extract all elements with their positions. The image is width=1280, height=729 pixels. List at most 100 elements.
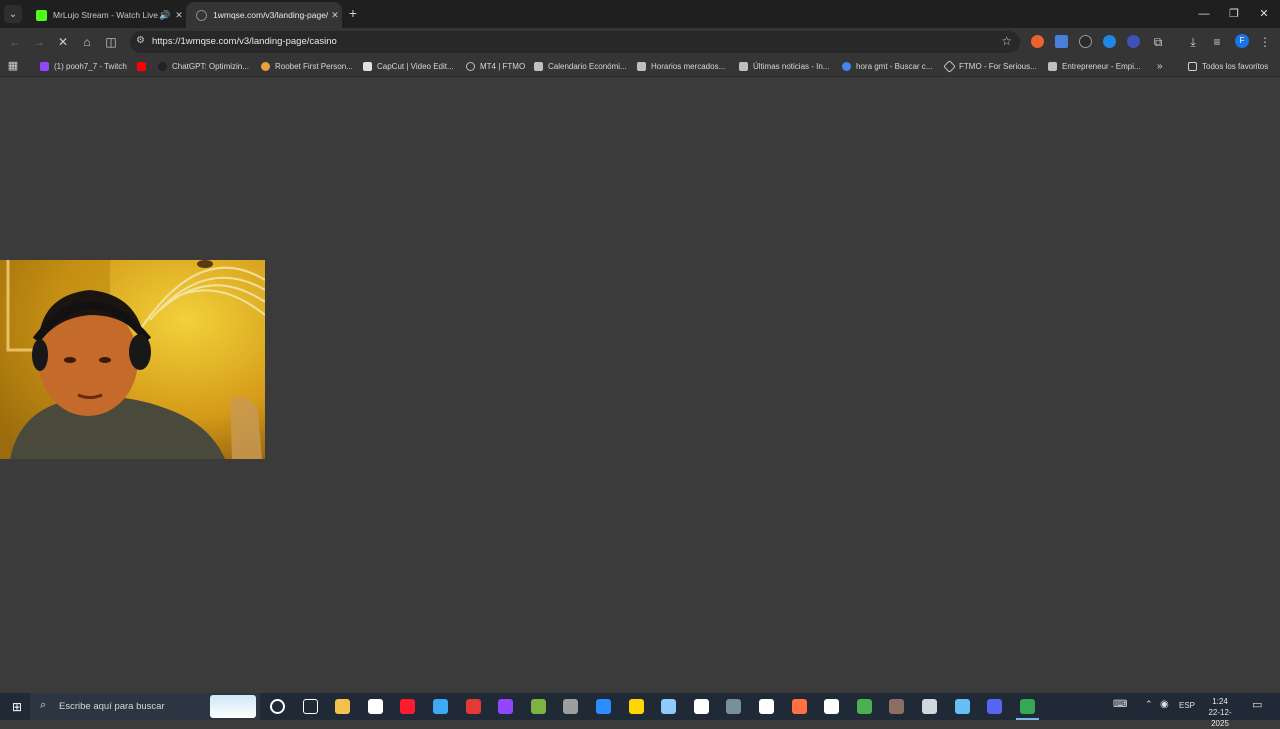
- bookmark-ftmo[interactable]: FTMO - For Serious...: [943, 60, 1037, 73]
- bookmark-noticias[interactable]: Últimas noticias - In...: [739, 60, 829, 73]
- investing-icon: [534, 62, 543, 71]
- bookmark-label: Entrepreneur - Empi...: [1062, 62, 1141, 71]
- extension-translate-icon[interactable]: [1055, 35, 1068, 48]
- bookmark-label: MT4 | FTMO: [480, 62, 526, 71]
- bookmark-label: Horarios mercados...: [651, 62, 726, 71]
- more-bookmarks-chevron-icon[interactable]: »: [1157, 60, 1163, 73]
- bookmarks-bar: ▦ (1) pooh7_7 - Twitch ChatGPT: Optimizi…: [0, 56, 1280, 77]
- zoom-icon[interactable]: [596, 699, 611, 714]
- home-button[interactable]: ⌂: [78, 33, 96, 51]
- tab-close-icon[interactable]: ✕: [328, 10, 342, 21]
- downloads-icon[interactable]: ⤓: [1184, 33, 1202, 51]
- address-bar[interactable]: ⚙ https://1wmqse.com/v3/landing-page/cas…: [130, 31, 1020, 53]
- app-brown-icon[interactable]: [889, 699, 904, 714]
- notifications-icon[interactable]: ▭: [1252, 698, 1262, 711]
- bookmark-capcut[interactable]: CapCut | Video Edit...: [363, 60, 454, 73]
- minecraft-icon[interactable]: [857, 699, 872, 714]
- bookmark-label: (1) pooh7_7 - Twitch: [54, 62, 127, 71]
- file-explorer-icon[interactable]: [335, 699, 350, 714]
- capcut-icon[interactable]: [694, 699, 709, 714]
- minimize-button[interactable]: —: [1189, 4, 1219, 24]
- app-dark-icon[interactable]: [726, 699, 741, 714]
- forward-button[interactable]: →: [30, 33, 48, 51]
- network-icon[interactable]: ◉: [1160, 699, 1169, 710]
- page-viewport: [0, 77, 1280, 693]
- cortana-icon[interactable]: [270, 699, 285, 714]
- stop-loading-button[interactable]: ✕: [54, 33, 72, 51]
- investing-icon: [637, 62, 646, 71]
- extension-fox-icon[interactable]: [1031, 35, 1044, 48]
- app-green-icon[interactable]: [531, 699, 546, 714]
- calculator-icon[interactable]: [563, 699, 578, 714]
- browser-toolbar: ← → ✕ ⌂ ◫ ⚙ https://1wmqse.com/v3/landin…: [0, 28, 1280, 56]
- notepad-icon[interactable]: [368, 699, 383, 714]
- chatgpt-icon: [158, 62, 167, 71]
- language-indicator[interactable]: ESP: [1179, 701, 1195, 710]
- media-control-icon[interactable]: ≡: [1208, 33, 1226, 51]
- bookmark-star-icon[interactable]: ☆: [1001, 34, 1012, 48]
- extension-dark-icon[interactable]: [1079, 35, 1092, 48]
- search-highlight-image: [210, 695, 256, 718]
- taskbar-search-box[interactable]: ⌕ Escribe aquí para buscar: [30, 693, 260, 720]
- tab-strip: ⌄ MrLujo Stream - Watch Live 🔊 ✕ 1wmqse.…: [0, 0, 1280, 28]
- ftmo-icon: [943, 60, 956, 73]
- split-view-button[interactable]: ◫: [102, 33, 120, 51]
- bookmark-twitch[interactable]: (1) pooh7_7 - Twitch: [40, 60, 127, 73]
- bookmark-label: FTMO - For Serious...: [959, 62, 1037, 71]
- app-red-icon[interactable]: [466, 699, 481, 714]
- twitch-icon: [40, 62, 49, 71]
- copilot-icon[interactable]: [433, 699, 448, 714]
- discord-icon[interactable]: [987, 699, 1002, 714]
- twitch-icon[interactable]: [498, 699, 513, 714]
- apps-grid-icon[interactable]: ▦: [4, 57, 22, 75]
- extension-blue-icon[interactable]: [1103, 35, 1116, 48]
- restore-button[interactable]: ❐: [1219, 4, 1249, 24]
- tiktok-icon[interactable]: [824, 699, 839, 714]
- settings-icon[interactable]: [759, 699, 774, 714]
- obs-icon[interactable]: [922, 699, 937, 714]
- bookmark-label: hora gmt - Buscar c...: [856, 62, 933, 71]
- new-tab-button[interactable]: +: [345, 5, 361, 21]
- app-blue-icon[interactable]: [661, 699, 676, 714]
- all-bookmarks-folder[interactable]: Todos los favoritos: [1188, 60, 1268, 73]
- all-bookmarks-label: Todos los favoritos: [1202, 62, 1269, 71]
- chrome-icon[interactable]: [1016, 699, 1039, 720]
- bookmark-youtube[interactable]: [137, 60, 151, 73]
- back-button[interactable]: ←: [6, 33, 24, 51]
- bookmark-calendario[interactable]: Calendario Económi...: [534, 60, 627, 73]
- extensions-puzzle-icon[interactable]: ⧉: [1149, 33, 1167, 51]
- windows-start-icon[interactable]: ⊞: [8, 698, 26, 716]
- taskbar-clock[interactable]: 1:24 22-12-2025: [1200, 696, 1240, 729]
- tray-chevron-icon[interactable]: ⌃: [1145, 699, 1153, 710]
- kick-favicon-icon: [36, 9, 47, 21]
- clock-time: 1:24: [1212, 697, 1228, 706]
- bookmark-entrepreneur[interactable]: Entrepreneur - Empi...: [1048, 60, 1141, 73]
- profile-avatar[interactable]: F: [1235, 34, 1249, 48]
- app-orange-icon[interactable]: [792, 699, 807, 714]
- extension-indigo-icon[interactable]: [1127, 35, 1140, 48]
- tab-1wmqse[interactable]: 1wmqse.com/v3/landing-page/ ✕: [186, 2, 342, 28]
- bookmark-roobet[interactable]: Roobet First Person...: [261, 60, 353, 73]
- steam-icon[interactable]: [955, 699, 970, 714]
- bookmark-hora-gmt[interactable]: hora gmt - Buscar c...: [842, 60, 932, 73]
- bookmark-label: ChatGPT: Optimizin...: [172, 62, 249, 71]
- bookmark-horarios[interactable]: Horarios mercados...: [637, 60, 725, 73]
- youtube-icon: [137, 62, 146, 71]
- sticky-notes-icon[interactable]: [629, 699, 644, 714]
- site-info-icon[interactable]: ⚙: [136, 35, 145, 46]
- audio-playing-icon[interactable]: 🔊: [158, 10, 172, 21]
- tab-title: MrLujo Stream - Watch Live: [53, 10, 158, 20]
- tab-search-chevron-icon[interactable]: ⌄: [4, 5, 22, 23]
- url-text[interactable]: https://1wmqse.com/v3/landing-page/casin…: [152, 36, 337, 47]
- tab-close-icon[interactable]: ✕: [172, 10, 186, 21]
- google-icon: [842, 62, 851, 71]
- menu-kebab-icon[interactable]: ⋮: [1256, 33, 1274, 51]
- opera-icon[interactable]: [400, 699, 415, 714]
- bookmark-mt4-ftmo[interactable]: MT4 | FTMO: [466, 60, 525, 73]
- entrepreneur-icon: [1048, 62, 1057, 71]
- bookmark-chatgpt[interactable]: ChatGPT: Optimizin...: [158, 60, 249, 73]
- task-view-icon[interactable]: [303, 699, 318, 714]
- keyboard-icon[interactable]: ⌨: [1113, 699, 1127, 710]
- tab-mrlujo[interactable]: MrLujo Stream - Watch Live 🔊 ✕: [26, 2, 186, 28]
- close-window-button[interactable]: ✕: [1249, 4, 1279, 24]
